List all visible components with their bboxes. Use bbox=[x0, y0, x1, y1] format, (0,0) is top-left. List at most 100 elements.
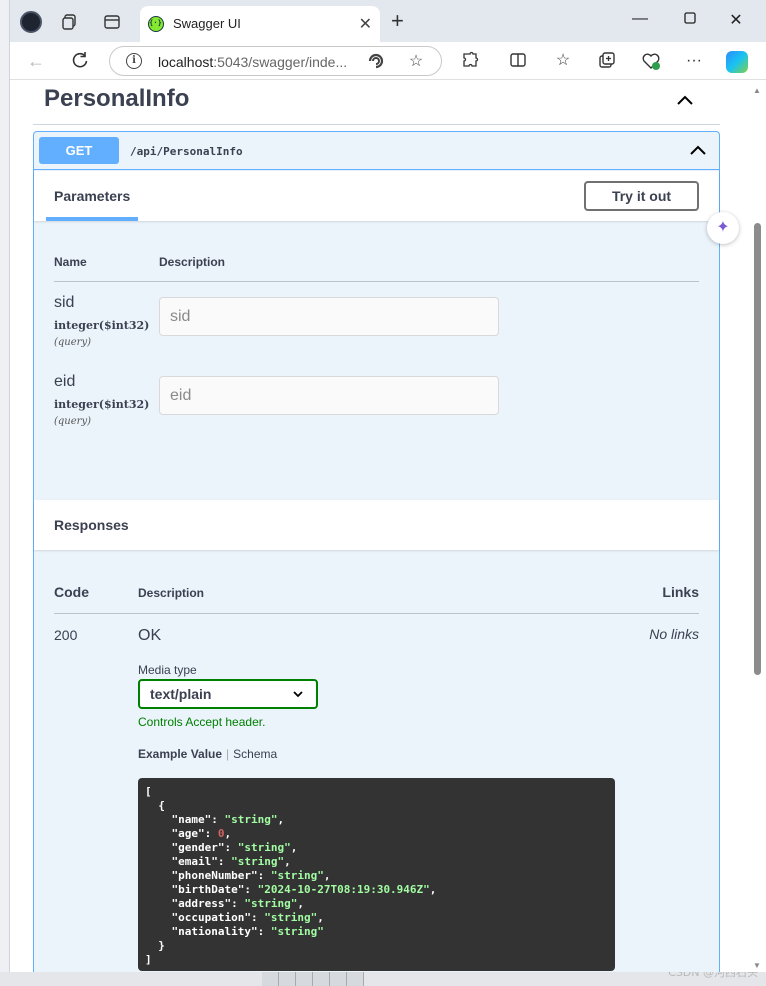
copilot-icon[interactable] bbox=[726, 51, 748, 73]
try-it-out-button[interactable]: Try it out bbox=[584, 181, 699, 211]
address-bar: ← i localhost:5043/swagger/inde... ☆ ☆ ·… bbox=[10, 42, 766, 80]
tab-parameters[interactable]: Parameters bbox=[46, 188, 139, 221]
param-type: integer($int32) bbox=[54, 319, 150, 332]
title-bar: Swagger UI ✕ + — ✕ bbox=[10, 0, 766, 42]
extensions-icon[interactable] bbox=[460, 51, 480, 71]
refresh-icon[interactable] bbox=[69, 50, 91, 72]
read-aloud-icon[interactable] bbox=[366, 51, 386, 76]
media-type-select[interactable]: text/plain bbox=[138, 679, 318, 709]
param-name: eid bbox=[54, 373, 76, 390]
resp-col-links: Links bbox=[662, 584, 699, 600]
resp-col-description: Description bbox=[138, 586, 205, 600]
workspaces-icon[interactable] bbox=[61, 13, 79, 31]
json-key: "email" bbox=[171, 855, 218, 868]
tab-title: Swagger UI bbox=[173, 16, 241, 31]
responses-title: Responses bbox=[54, 517, 129, 533]
parameters-header: Parameters Try it out bbox=[34, 171, 719, 221]
code-line: "birthDate": "2024-10-27T08:19:30.946Z", bbox=[171, 883, 437, 896]
code-line: "address": "string", bbox=[171, 897, 304, 910]
code-line: "phoneNumber": "string", bbox=[171, 869, 331, 882]
site-info-icon[interactable]: i bbox=[126, 53, 142, 69]
json-value: "string" bbox=[270, 925, 324, 938]
method-badge: GET bbox=[39, 137, 119, 164]
favorites-icon[interactable]: ☆ bbox=[553, 51, 573, 71]
minimize-icon[interactable]: — bbox=[630, 10, 650, 28]
close-window-icon[interactable]: ✕ bbox=[726, 10, 746, 30]
tab-swagger[interactable]: Swagger UI ✕ bbox=[140, 6, 380, 42]
json-value: 0 bbox=[217, 827, 225, 840]
code-line: "occupation": "string", bbox=[171, 911, 324, 924]
response-code: 200 bbox=[54, 627, 78, 643]
browser-window: Swagger UI ✕ + — ✕ ← i localhost:5043/sw… bbox=[9, 0, 766, 972]
json-value: "string" bbox=[270, 869, 324, 882]
code-line: "email": "string", bbox=[171, 855, 291, 868]
sid-input[interactable] bbox=[159, 297, 499, 336]
background-taskbar bbox=[0, 972, 766, 986]
param-col-name: Name bbox=[54, 255, 87, 269]
responses-header: Responses bbox=[34, 500, 719, 550]
chevron-down-icon bbox=[293, 691, 303, 698]
split-screen-icon[interactable] bbox=[508, 51, 528, 71]
json-value: "string" bbox=[237, 841, 291, 854]
scroll-up-icon[interactable]: ▲ bbox=[753, 86, 761, 95]
json-value: "string" bbox=[264, 911, 318, 924]
example-value-code: [ { "name": "string", "age": 0, "gender"… bbox=[138, 778, 615, 971]
json-key: "nationality" bbox=[171, 925, 258, 938]
page-viewport: PersonalInfo GET /api/PersonalInfo Param… bbox=[10, 81, 766, 972]
response-links: No links bbox=[649, 626, 699, 642]
tab-actions-icon[interactable] bbox=[103, 13, 121, 31]
code-line: "age": 0, bbox=[171, 827, 232, 840]
more-icon[interactable]: ··· bbox=[684, 51, 704, 71]
browser-essentials-icon[interactable] bbox=[641, 51, 661, 71]
tag-title: PersonalInfo bbox=[44, 85, 190, 112]
eid-input[interactable] bbox=[159, 376, 499, 415]
favorite-icon[interactable]: ☆ bbox=[406, 51, 426, 71]
tab-example-value[interactable]: Example Value bbox=[138, 747, 222, 761]
resp-col-code: Code bbox=[54, 584, 89, 600]
scroll-down-icon[interactable]: ▼ bbox=[753, 961, 761, 970]
param-location: (query) bbox=[54, 416, 91, 427]
profile-icon[interactable] bbox=[20, 11, 42, 33]
background-tabs bbox=[262, 972, 364, 986]
json-key: "address" bbox=[171, 897, 232, 910]
code-line: "name": "string", bbox=[171, 813, 285, 826]
back-icon[interactable]: ← bbox=[25, 50, 47, 72]
json-key: "occupation" bbox=[171, 911, 251, 924]
new-tab-icon[interactable]: + bbox=[391, 10, 404, 32]
json-key: "age" bbox=[171, 827, 205, 840]
json-key: "birthDate" bbox=[171, 883, 245, 896]
scrollbar[interactable]: ▲ ▼ bbox=[752, 81, 764, 972]
param-location: (query) bbox=[54, 337, 91, 348]
code-line: "gender": "string", bbox=[171, 841, 298, 854]
media-type-value: text/plain bbox=[150, 686, 212, 702]
code-line: "nationality": "string" bbox=[171, 925, 324, 938]
operation-path: /api/PersonalInfo bbox=[130, 145, 243, 158]
json-value: "string" bbox=[224, 813, 278, 826]
url-field[interactable]: i localhost:5043/swagger/inde... ☆ bbox=[109, 46, 442, 76]
chevron-up-icon[interactable] bbox=[687, 139, 709, 161]
sparkle-icon[interactable]: ✦ bbox=[707, 212, 739, 244]
response-description: OK bbox=[138, 627, 162, 644]
maximize-icon[interactable] bbox=[680, 11, 700, 30]
operation-summary[interactable]: GET /api/PersonalInfo bbox=[34, 132, 719, 170]
operation-block: GET /api/PersonalInfo Parameters Try it … bbox=[33, 131, 720, 972]
collections-icon[interactable] bbox=[597, 51, 617, 71]
chevron-up-icon[interactable] bbox=[674, 89, 696, 111]
accept-header-note: Controls Accept header. bbox=[138, 715, 266, 729]
json-value: "2024-10-27T08:19:30.946Z" bbox=[257, 883, 430, 896]
json-value: "string" bbox=[231, 855, 285, 868]
param-col-description: Description bbox=[159, 255, 226, 269]
close-icon[interactable]: ✕ bbox=[359, 14, 372, 34]
url-text: localhost:5043/swagger/inde... bbox=[158, 54, 348, 70]
json-key: "phoneNumber" bbox=[171, 869, 258, 882]
tab-schema[interactable]: Schema bbox=[233, 747, 277, 761]
param-name: sid bbox=[54, 294, 75, 311]
example-tabs: Example Value | Schema bbox=[138, 747, 278, 761]
media-type-label: Media type bbox=[138, 663, 197, 677]
tag-header[interactable]: PersonalInfo bbox=[33, 81, 720, 125]
json-key: "name" bbox=[171, 813, 212, 826]
json-key: "gender" bbox=[171, 841, 225, 854]
scroll-thumb[interactable] bbox=[754, 223, 761, 675]
background-desktop bbox=[0, 0, 9, 986]
divider bbox=[54, 281, 699, 282]
